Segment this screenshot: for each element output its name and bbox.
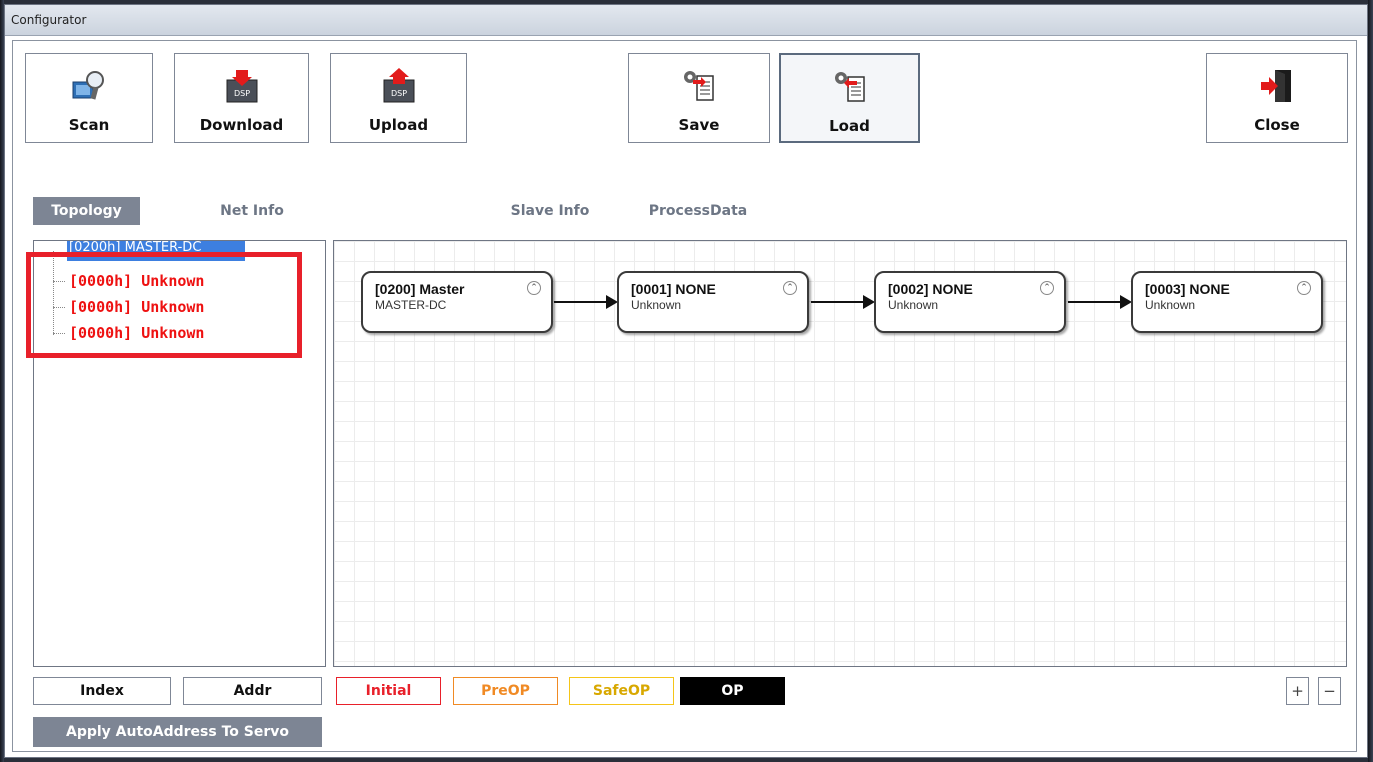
node-slave-3[interactable]: [0003] NONE Unknown ⌃ (1131, 271, 1323, 333)
collapse-icon[interactable]: ⌃ (1297, 281, 1311, 295)
load-icon (834, 72, 865, 102)
title-bar[interactable]: Configurator (5, 5, 1367, 36)
tab-net-info[interactable]: Net Info (195, 197, 309, 225)
node-slave-1[interactable]: [0001] NONE Unknown ⌃ (617, 271, 809, 333)
link-arrow (811, 295, 875, 309)
configurator-window: Configurator Scan DSP Download DSP Uploa… (4, 4, 1368, 758)
tree-item-master[interactable]: [0200h] MASTER-DC (67, 241, 245, 261)
scan-icon (72, 71, 104, 100)
node-master[interactable]: [0200] Master MASTER-DC ⌃ (361, 271, 553, 333)
window-frame-right (1368, 0, 1373, 762)
node-title: [0002] NONE (888, 281, 973, 297)
node-title: [0200] Master (375, 281, 465, 297)
tab-topology[interactable]: Topology (33, 197, 140, 225)
link-arrow (1068, 295, 1132, 309)
node-subtitle: Unknown (888, 298, 939, 312)
state-preop[interactable]: PreOP (453, 677, 558, 705)
save-label: Save (678, 116, 720, 134)
node-subtitle: Unknown (1145, 298, 1196, 312)
client-area: Scan DSP Download DSP Upload Save Load C… (12, 40, 1357, 752)
tree-item-slave-3[interactable]: [0000h] Unknown (53, 323, 204, 343)
load-button[interactable]: Load (779, 53, 920, 143)
topology-canvas[interactable]: [0200] Master MASTER-DC ⌃ [0001] NONE Un… (333, 240, 1347, 667)
index-button[interactable]: Index (33, 677, 171, 705)
upload-button[interactable]: DSP Upload (330, 53, 467, 143)
download-icon: DSP (226, 70, 257, 103)
collapse-icon[interactable]: ⌃ (527, 281, 541, 295)
collapse-icon[interactable]: ⌃ (1040, 281, 1054, 295)
tree-item-slave-1[interactable]: [0000h] Unknown (53, 271, 204, 291)
upload-dsp-text: DSP (390, 89, 406, 98)
tab-slave-info[interactable]: Slave Info (497, 197, 603, 225)
node-title: [0001] NONE (631, 281, 716, 297)
save-icon (684, 71, 714, 101)
close-button[interactable]: Close (1206, 53, 1348, 143)
addr-button[interactable]: Addr (183, 677, 322, 705)
state-op[interactable]: OP (680, 677, 785, 705)
upload-icon: DSP (383, 68, 414, 103)
download-dsp-text: DSP (233, 89, 249, 98)
upload-label: Upload (368, 116, 429, 134)
node-slave-2[interactable]: [0002] NONE Unknown ⌃ (874, 271, 1066, 333)
download-label: Download (199, 116, 284, 134)
apply-autoaddress-button[interactable]: Apply AutoAddress To Servo (33, 717, 322, 747)
window-title: Configurator (11, 13, 87, 27)
node-subtitle: MASTER-DC (375, 298, 447, 312)
device-tree[interactable]: [0200h] MASTER-DC [0000h] Unknown [0000h… (33, 240, 326, 667)
node-title: [0003] NONE (1145, 281, 1230, 297)
state-initial[interactable]: Initial (336, 677, 441, 705)
close-label: Close (1254, 116, 1300, 134)
zoom-in-button[interactable]: + (1286, 677, 1309, 705)
link-arrow (554, 295, 618, 309)
download-button[interactable]: DSP Download (174, 53, 309, 143)
zoom-out-button[interactable]: − (1318, 677, 1341, 705)
tab-process-data[interactable]: ProcessData (633, 197, 763, 225)
scan-button[interactable]: Scan (25, 53, 153, 143)
save-button[interactable]: Save (628, 53, 770, 143)
state-safeop[interactable]: SafeOP (569, 677, 674, 705)
scan-label: Scan (68, 116, 110, 134)
tree-item-slave-2[interactable]: [0000h] Unknown (53, 297, 204, 317)
load-label: Load (829, 117, 870, 135)
exit-door-icon (1261, 70, 1291, 102)
collapse-icon[interactable]: ⌃ (783, 281, 797, 295)
node-subtitle: Unknown (631, 298, 682, 312)
